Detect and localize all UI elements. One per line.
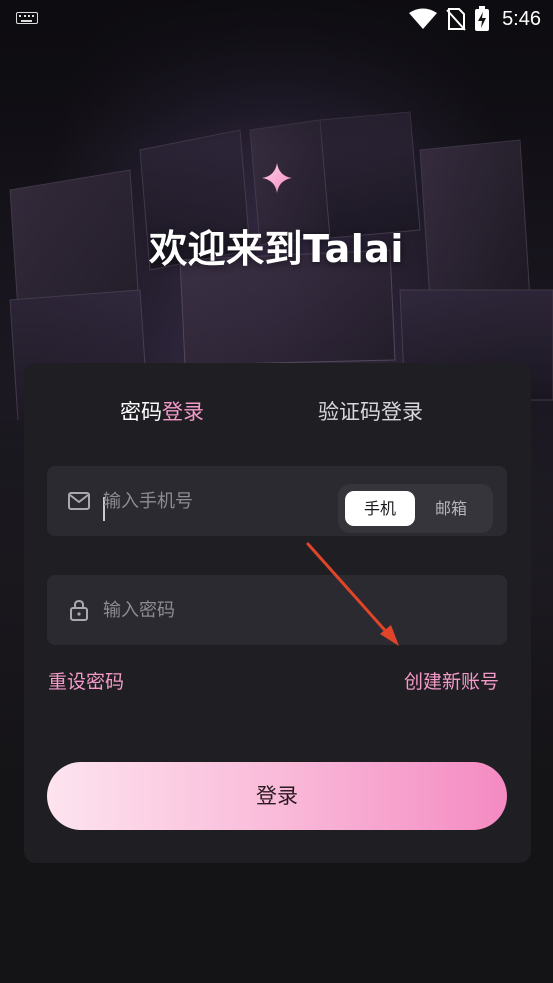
status-bar: 5:46 bbox=[0, 0, 553, 38]
password-field bbox=[47, 575, 507, 645]
sparkle-icon bbox=[262, 163, 292, 193]
tab-code-login[interactable]: 验证码登录 bbox=[318, 396, 423, 426]
password-input[interactable] bbox=[103, 595, 323, 625]
toggle-phone-button[interactable]: 手机 bbox=[345, 491, 415, 526]
wifi-icon bbox=[409, 8, 438, 29]
status-time: 5:46 bbox=[502, 7, 541, 30]
status-icons: 5:46 bbox=[408, 6, 541, 32]
keyboard-icon bbox=[16, 12, 38, 24]
toggle-email-button[interactable]: 邮箱 bbox=[416, 491, 486, 526]
phone-input[interactable] bbox=[103, 486, 323, 516]
welcome-title: 欢迎来到Talai bbox=[149, 227, 404, 271]
create-account-link[interactable]: 创建新账号 bbox=[404, 667, 499, 694]
phone-field: 手机 邮箱 bbox=[47, 466, 507, 536]
login-button[interactable]: 登录 bbox=[47, 762, 507, 830]
phone-email-toggle: 手机 邮箱 bbox=[338, 484, 493, 533]
no-sim-icon bbox=[446, 8, 466, 31]
mail-icon bbox=[68, 492, 90, 510]
tab-password-login-label-part2: 登录 bbox=[162, 400, 204, 424]
reset-password-link[interactable]: 重设密码 bbox=[48, 667, 124, 694]
lock-icon bbox=[70, 599, 88, 621]
tab-password-login[interactable]: 密码登录 bbox=[120, 396, 204, 426]
battery-charging-icon bbox=[475, 6, 490, 31]
tab-password-login-label-part1: 密码 bbox=[120, 400, 162, 424]
